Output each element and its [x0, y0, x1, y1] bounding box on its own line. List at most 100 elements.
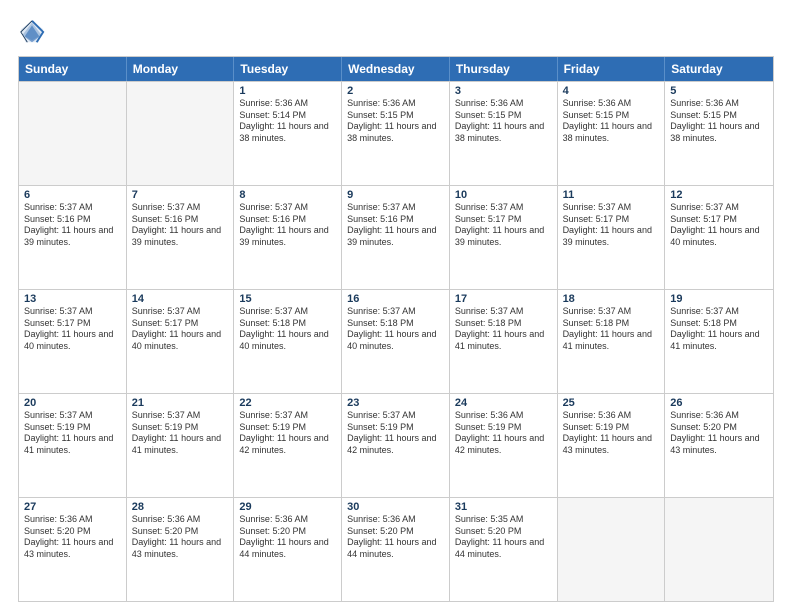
- cell-info: Sunrise: 5:37 AM Sunset: 5:17 PM Dayligh…: [563, 202, 660, 249]
- cell-info: Sunrise: 5:37 AM Sunset: 5:16 PM Dayligh…: [132, 202, 229, 249]
- week-row-1: 1Sunrise: 5:36 AM Sunset: 5:14 PM Daylig…: [19, 81, 773, 185]
- cell-info: Sunrise: 5:37 AM Sunset: 5:18 PM Dayligh…: [347, 306, 444, 353]
- cell-info: Sunrise: 5:37 AM Sunset: 5:16 PM Dayligh…: [24, 202, 121, 249]
- cell-info: Sunrise: 5:36 AM Sunset: 5:20 PM Dayligh…: [670, 410, 768, 457]
- cell-info: Sunrise: 5:36 AM Sunset: 5:15 PM Dayligh…: [563, 98, 660, 145]
- cell-info: Sunrise: 5:36 AM Sunset: 5:20 PM Dayligh…: [347, 514, 444, 561]
- page: SundayMondayTuesdayWednesdayThursdayFrid…: [0, 0, 792, 612]
- cell-info: Sunrise: 5:37 AM Sunset: 5:18 PM Dayligh…: [563, 306, 660, 353]
- header-day-tuesday: Tuesday: [234, 57, 342, 81]
- cal-cell: 12Sunrise: 5:37 AM Sunset: 5:17 PM Dayli…: [665, 186, 773, 289]
- day-number: 22: [239, 397, 336, 409]
- week-row-5: 27Sunrise: 5:36 AM Sunset: 5:20 PM Dayli…: [19, 497, 773, 601]
- header-day-wednesday: Wednesday: [342, 57, 450, 81]
- week-row-4: 20Sunrise: 5:37 AM Sunset: 5:19 PM Dayli…: [19, 393, 773, 497]
- cell-info: Sunrise: 5:37 AM Sunset: 5:19 PM Dayligh…: [347, 410, 444, 457]
- cal-cell: 24Sunrise: 5:36 AM Sunset: 5:19 PM Dayli…: [450, 394, 558, 497]
- cal-cell: 17Sunrise: 5:37 AM Sunset: 5:18 PM Dayli…: [450, 290, 558, 393]
- cal-cell: 2Sunrise: 5:36 AM Sunset: 5:15 PM Daylig…: [342, 82, 450, 185]
- day-number: 14: [132, 293, 229, 305]
- logo-icon: [18, 18, 46, 46]
- week-row-3: 13Sunrise: 5:37 AM Sunset: 5:17 PM Dayli…: [19, 289, 773, 393]
- cell-info: Sunrise: 5:36 AM Sunset: 5:19 PM Dayligh…: [563, 410, 660, 457]
- day-number: 25: [563, 397, 660, 409]
- day-number: 5: [670, 85, 768, 97]
- day-number: 27: [24, 501, 121, 513]
- header-day-sunday: Sunday: [19, 57, 127, 81]
- cal-cell: [19, 82, 127, 185]
- day-number: 17: [455, 293, 552, 305]
- cal-cell: 9Sunrise: 5:37 AM Sunset: 5:16 PM Daylig…: [342, 186, 450, 289]
- cal-cell: 20Sunrise: 5:37 AM Sunset: 5:19 PM Dayli…: [19, 394, 127, 497]
- cal-cell: 23Sunrise: 5:37 AM Sunset: 5:19 PM Dayli…: [342, 394, 450, 497]
- cal-cell: 7Sunrise: 5:37 AM Sunset: 5:16 PM Daylig…: [127, 186, 235, 289]
- cell-info: Sunrise: 5:37 AM Sunset: 5:19 PM Dayligh…: [24, 410, 121, 457]
- cell-info: Sunrise: 5:37 AM Sunset: 5:18 PM Dayligh…: [455, 306, 552, 353]
- day-number: 15: [239, 293, 336, 305]
- day-number: 29: [239, 501, 336, 513]
- cal-cell: 21Sunrise: 5:37 AM Sunset: 5:19 PM Dayli…: [127, 394, 235, 497]
- cal-cell: 4Sunrise: 5:36 AM Sunset: 5:15 PM Daylig…: [558, 82, 666, 185]
- cell-info: Sunrise: 5:37 AM Sunset: 5:19 PM Dayligh…: [239, 410, 336, 457]
- day-number: 28: [132, 501, 229, 513]
- header-day-friday: Friday: [558, 57, 666, 81]
- day-number: 6: [24, 189, 121, 201]
- cal-cell: 10Sunrise: 5:37 AM Sunset: 5:17 PM Dayli…: [450, 186, 558, 289]
- logo: [18, 18, 50, 46]
- cell-info: Sunrise: 5:37 AM Sunset: 5:19 PM Dayligh…: [132, 410, 229, 457]
- day-number: 31: [455, 501, 552, 513]
- day-number: 13: [24, 293, 121, 305]
- cell-info: Sunrise: 5:36 AM Sunset: 5:20 PM Dayligh…: [24, 514, 121, 561]
- cal-cell: 5Sunrise: 5:36 AM Sunset: 5:15 PM Daylig…: [665, 82, 773, 185]
- day-number: 16: [347, 293, 444, 305]
- cell-info: Sunrise: 5:36 AM Sunset: 5:19 PM Dayligh…: [455, 410, 552, 457]
- cal-cell: [665, 498, 773, 601]
- cell-info: Sunrise: 5:35 AM Sunset: 5:20 PM Dayligh…: [455, 514, 552, 561]
- cal-cell: [558, 498, 666, 601]
- cell-info: Sunrise: 5:36 AM Sunset: 5:20 PM Dayligh…: [132, 514, 229, 561]
- day-number: 9: [347, 189, 444, 201]
- day-number: 20: [24, 397, 121, 409]
- cal-cell: 19Sunrise: 5:37 AM Sunset: 5:18 PM Dayli…: [665, 290, 773, 393]
- day-number: 8: [239, 189, 336, 201]
- week-row-2: 6Sunrise: 5:37 AM Sunset: 5:16 PM Daylig…: [19, 185, 773, 289]
- cell-info: Sunrise: 5:36 AM Sunset: 5:15 PM Dayligh…: [670, 98, 768, 145]
- cal-cell: 11Sunrise: 5:37 AM Sunset: 5:17 PM Dayli…: [558, 186, 666, 289]
- cell-info: Sunrise: 5:37 AM Sunset: 5:17 PM Dayligh…: [24, 306, 121, 353]
- cal-cell: 22Sunrise: 5:37 AM Sunset: 5:19 PM Dayli…: [234, 394, 342, 497]
- cal-cell: 14Sunrise: 5:37 AM Sunset: 5:17 PM Dayli…: [127, 290, 235, 393]
- cal-cell: 31Sunrise: 5:35 AM Sunset: 5:20 PM Dayli…: [450, 498, 558, 601]
- day-number: 1: [239, 85, 336, 97]
- cal-cell: 28Sunrise: 5:36 AM Sunset: 5:20 PM Dayli…: [127, 498, 235, 601]
- day-number: 19: [670, 293, 768, 305]
- cell-info: Sunrise: 5:37 AM Sunset: 5:17 PM Dayligh…: [132, 306, 229, 353]
- cal-cell: 16Sunrise: 5:37 AM Sunset: 5:18 PM Dayli…: [342, 290, 450, 393]
- cell-info: Sunrise: 5:37 AM Sunset: 5:16 PM Dayligh…: [347, 202, 444, 249]
- day-number: 23: [347, 397, 444, 409]
- cal-cell: 26Sunrise: 5:36 AM Sunset: 5:20 PM Dayli…: [665, 394, 773, 497]
- calendar-header: SundayMondayTuesdayWednesdayThursdayFrid…: [19, 57, 773, 81]
- cal-cell: 18Sunrise: 5:37 AM Sunset: 5:18 PM Dayli…: [558, 290, 666, 393]
- cell-info: Sunrise: 5:36 AM Sunset: 5:20 PM Dayligh…: [239, 514, 336, 561]
- cell-info: Sunrise: 5:37 AM Sunset: 5:18 PM Dayligh…: [239, 306, 336, 353]
- day-number: 26: [670, 397, 768, 409]
- header-day-monday: Monday: [127, 57, 235, 81]
- cell-info: Sunrise: 5:36 AM Sunset: 5:15 PM Dayligh…: [455, 98, 552, 145]
- cal-cell: 15Sunrise: 5:37 AM Sunset: 5:18 PM Dayli…: [234, 290, 342, 393]
- day-number: 24: [455, 397, 552, 409]
- day-number: 2: [347, 85, 444, 97]
- day-number: 10: [455, 189, 552, 201]
- day-number: 11: [563, 189, 660, 201]
- cal-cell: 25Sunrise: 5:36 AM Sunset: 5:19 PM Dayli…: [558, 394, 666, 497]
- calendar: SundayMondayTuesdayWednesdayThursdayFrid…: [18, 56, 774, 602]
- header: [18, 18, 774, 46]
- day-number: 3: [455, 85, 552, 97]
- cal-cell: 29Sunrise: 5:36 AM Sunset: 5:20 PM Dayli…: [234, 498, 342, 601]
- day-number: 12: [670, 189, 768, 201]
- cell-info: Sunrise: 5:37 AM Sunset: 5:17 PM Dayligh…: [455, 202, 552, 249]
- day-number: 18: [563, 293, 660, 305]
- cal-cell: 6Sunrise: 5:37 AM Sunset: 5:16 PM Daylig…: [19, 186, 127, 289]
- cell-info: Sunrise: 5:37 AM Sunset: 5:17 PM Dayligh…: [670, 202, 768, 249]
- cell-info: Sunrise: 5:37 AM Sunset: 5:18 PM Dayligh…: [670, 306, 768, 353]
- cell-info: Sunrise: 5:37 AM Sunset: 5:16 PM Dayligh…: [239, 202, 336, 249]
